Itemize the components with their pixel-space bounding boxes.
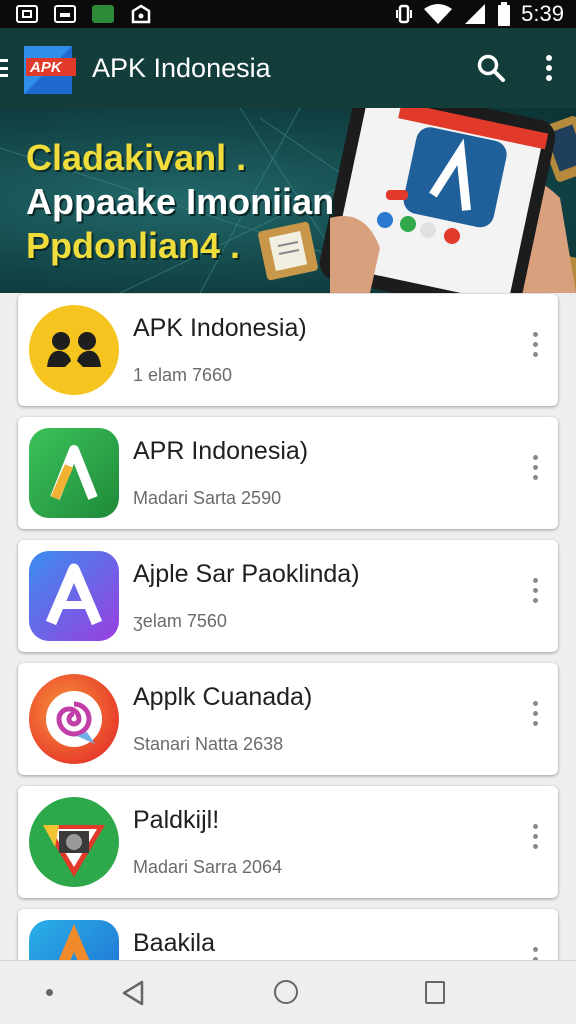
list-item[interactable]: Applk Cuanada) Stanari Natta 2638 [18, 663, 558, 775]
app-icon-orange-swirl [29, 674, 119, 764]
image-icon [16, 5, 38, 23]
banner-headline: Cladakivanl . Appaake Imoniian Ppdonlian… [26, 136, 334, 268]
more-vert-icon[interactable] [544, 55, 554, 81]
menu-icon[interactable] [0, 59, 10, 77]
list-item[interactable]: APR Indonesia) Madari Sarta 2590 [18, 417, 558, 529]
more-vert-icon[interactable] [533, 824, 538, 849]
app-subtitle: Stanari Natta 2638 [133, 734, 284, 754]
bag-icon [131, 4, 151, 24]
signal-icon [465, 4, 486, 24]
nav-dot-icon [46, 989, 53, 996]
more-vert-icon[interactable] [533, 455, 538, 480]
app-bar: APK APK Indonesia [0, 28, 576, 108]
app-list: APK Indonesia) 1 elam 7660 APR Indonesia… [18, 294, 558, 1024]
app-subtitle: Madari Sarra 2064 [133, 857, 283, 877]
svg-text:APK: APK [29, 59, 63, 76]
recents-icon[interactable] [425, 981, 445, 1004]
search-icon[interactable] [476, 53, 506, 83]
app-icon-purple-a [29, 551, 119, 641]
app-title: Applk Cuanada) [133, 683, 313, 711]
banner-line-2: Appaake Imoniian [26, 180, 335, 222]
banner-line-3: Ppdonlian4 . [26, 224, 241, 266]
app-icon-yellow-people [29, 305, 119, 395]
app-title: APR Indonesia) [133, 437, 309, 465]
vibrate-icon [396, 4, 413, 24]
more-vert-icon[interactable] [533, 701, 538, 726]
app-title: APK Indonesia) [133, 314, 307, 342]
app-icon-green-chrome [29, 797, 119, 887]
banner-line-1: Cladakivanl . [26, 137, 247, 178]
battery-icon [498, 2, 511, 26]
back-icon[interactable] [120, 979, 148, 1007]
app-subtitle: Madari Sarta 2590 [133, 488, 282, 508]
status-bar: 5:39 [0, 0, 576, 28]
keyboard-icon [54, 5, 76, 23]
phone-image [319, 108, 576, 293]
navigation-bar [0, 960, 576, 1024]
more-vert-icon[interactable] [533, 332, 538, 357]
app-title: Ajple Sar Paoklinda) [133, 560, 360, 588]
list-item[interactable]: APK Indonesia) 1 elam 7660 [18, 294, 558, 406]
app-title: Baakila [133, 929, 215, 957]
home-icon[interactable] [274, 980, 298, 1004]
app-subtitle: 1 elam 7660 [133, 365, 233, 385]
app-logo: APK [22, 40, 78, 96]
wifi-icon [424, 4, 453, 24]
app-icon-green-a [29, 428, 119, 518]
more-vert-icon[interactable] [533, 578, 538, 603]
list-item[interactable]: Paldkijl! Madari Sarra 2064 [18, 786, 558, 898]
status-time: 5:39 [521, 1, 564, 26]
app-notification-icon [92, 5, 114, 23]
promo-banner[interactable]: Cladakivanl . Appaake Imoniian Ppdonlian… [0, 108, 576, 293]
list-item[interactable]: Ajple Sar Paoklinda) ʒelam 7560 [18, 540, 558, 652]
app-title: Paldkijl! [133, 806, 220, 834]
app-subtitle: ʒelam 7560 [133, 611, 227, 631]
app-title: APK Indonesia [92, 52, 271, 83]
